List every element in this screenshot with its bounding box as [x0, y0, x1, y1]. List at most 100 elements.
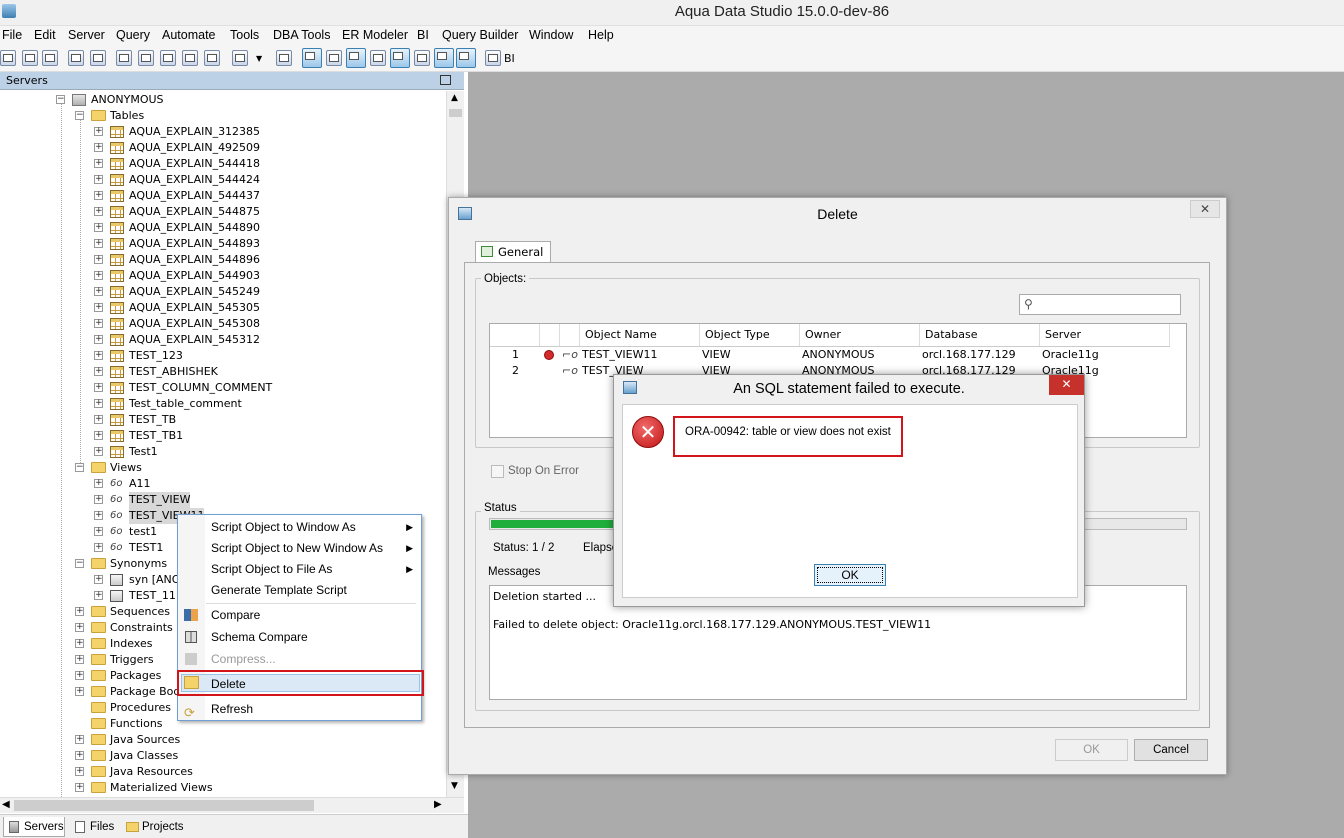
- expand-icon[interactable]: +: [94, 319, 103, 328]
- menu-item-script-to-window[interactable]: Script Object to Window As ▶: [178, 517, 421, 538]
- expand-icon[interactable]: +: [94, 255, 103, 264]
- close-icon[interactable]: ✕: [1049, 375, 1084, 395]
- expand-icon[interactable]: +: [94, 511, 103, 520]
- bi-icon[interactable]: [485, 50, 501, 66]
- expand-icon[interactable]: +: [94, 191, 103, 200]
- unregister-icon[interactable]: [90, 50, 106, 66]
- cancel-button[interactable]: Cancel: [1134, 739, 1208, 761]
- expand-icon[interactable]: +: [94, 207, 103, 216]
- expand-icon[interactable]: +: [94, 479, 103, 488]
- menu-window[interactable]: Window: [529, 26, 573, 46]
- collapse-icon[interactable]: −: [75, 111, 84, 120]
- layout-chart-icon[interactable]: [456, 48, 476, 68]
- register-icon[interactable]: [68, 50, 84, 66]
- layout-pivot-icon[interactable]: [434, 48, 454, 68]
- layout-form-icon[interactable]: [346, 48, 366, 68]
- scroll-left-icon[interactable]: ◀: [2, 799, 10, 810]
- expand-icon[interactable]: +: [94, 447, 103, 456]
- expand-icon[interactable]: +: [94, 175, 103, 184]
- expand-icon[interactable]: +: [94, 495, 103, 504]
- menu-er-modeler[interactable]: ER Modeler: [342, 26, 408, 46]
- connect-icon[interactable]: [42, 50, 58, 66]
- expand-icon[interactable]: +: [94, 431, 103, 440]
- menu-item-refresh[interactable]: ⟳ Refresh: [178, 699, 421, 720]
- expand-icon[interactable]: +: [94, 351, 103, 360]
- menu-item-script-to-file[interactable]: Script Object to File As ▶: [178, 559, 421, 580]
- expand-icon[interactable]: +: [75, 639, 84, 648]
- query-save-icon[interactable]: [160, 50, 176, 66]
- expand-icon[interactable]: +: [94, 367, 103, 376]
- scroll-thumb[interactable]: [449, 109, 462, 117]
- tree-horizontal-scrollbar[interactable]: ◀ ▶: [0, 797, 464, 813]
- scroll-thumb[interactable]: [14, 800, 314, 811]
- menu-edit[interactable]: Edit: [34, 26, 56, 46]
- expand-icon[interactable]: +: [94, 335, 103, 344]
- expand-icon[interactable]: +: [94, 127, 103, 136]
- query-file-icon[interactable]: [138, 50, 154, 66]
- expand-icon[interactable]: +: [75, 655, 84, 664]
- menu-dba-tools[interactable]: DBA Tools: [273, 26, 330, 46]
- tab-files[interactable]: Files: [70, 817, 120, 837]
- objects-search-input[interactable]: ⚲: [1019, 294, 1181, 315]
- menu-item-script-to-new-window[interactable]: Script Object to New Window As ▶: [178, 538, 421, 559]
- tab-projects[interactable]: Projects: [122, 817, 190, 837]
- layout-split-icon[interactable]: [326, 50, 342, 66]
- expand-icon[interactable]: +: [94, 223, 103, 232]
- tab-general[interactable]: General: [475, 241, 551, 262]
- query-print-icon[interactable]: [204, 50, 220, 66]
- menu-automate[interactable]: Automate: [162, 26, 216, 46]
- error-ok-button[interactable]: OK: [814, 564, 886, 586]
- menu-item-schema-compare[interactable]: Schema Compare: [178, 627, 421, 648]
- query-window-icon[interactable]: [116, 50, 132, 66]
- menu-bi[interactable]: BI: [417, 26, 429, 46]
- collapse-icon[interactable]: −: [75, 463, 84, 472]
- expand-icon[interactable]: +: [75, 735, 84, 744]
- layout-text-icon[interactable]: [414, 50, 430, 66]
- expand-icon[interactable]: +: [94, 399, 103, 408]
- expand-icon[interactable]: +: [75, 623, 84, 632]
- expand-icon[interactable]: +: [75, 607, 84, 616]
- menu-item-generate-template[interactable]: Generate Template Script: [178, 580, 421, 601]
- expand-icon[interactable]: +: [94, 527, 103, 536]
- expand-icon[interactable]: +: [94, 543, 103, 552]
- grid-header-owner[interactable]: Owner: [800, 324, 920, 346]
- expand-icon[interactable]: +: [94, 143, 103, 152]
- expand-icon[interactable]: +: [75, 751, 84, 760]
- collapse-icon[interactable]: −: [56, 95, 65, 104]
- expand-icon[interactable]: +: [94, 271, 103, 280]
- expand-icon[interactable]: +: [75, 687, 84, 696]
- grid-header-object-name[interactable]: Object Name: [580, 324, 700, 346]
- expand-icon[interactable]: +: [94, 383, 103, 392]
- menu-query[interactable]: Query: [116, 26, 150, 46]
- menu-help[interactable]: Help: [588, 26, 614, 46]
- scroll-down-icon[interactable]: ▼: [451, 781, 458, 791]
- expand-icon[interactable]: +: [94, 287, 103, 296]
- expand-icon[interactable]: +: [94, 415, 103, 424]
- expand-icon[interactable]: +: [75, 783, 84, 792]
- scroll-right-icon[interactable]: ▶: [434, 799, 442, 810]
- restore-icon[interactable]: [440, 75, 451, 85]
- expand-icon[interactable]: +: [94, 239, 103, 248]
- new-server-icon[interactable]: [0, 50, 16, 66]
- scroll-up-icon[interactable]: ▲: [451, 93, 458, 103]
- tab-servers[interactable]: Servers: [3, 817, 65, 837]
- layout-detail-icon[interactable]: [390, 48, 410, 68]
- script-icon[interactable]: [232, 50, 248, 66]
- grid-header-object-type[interactable]: Object Type: [700, 324, 800, 346]
- expand-icon[interactable]: +: [94, 303, 103, 312]
- expand-icon[interactable]: +: [94, 575, 103, 584]
- menu-query-builder[interactable]: Query Builder: [442, 26, 518, 46]
- expand-icon[interactable]: +: [75, 767, 84, 776]
- close-icon[interactable]: ✕: [1190, 200, 1220, 218]
- grid-header-server[interactable]: Server: [1040, 324, 1170, 346]
- expand-icon[interactable]: +: [94, 591, 103, 600]
- menu-file[interactable]: File: [2, 26, 22, 46]
- collapse-icon[interactable]: −: [75, 559, 84, 568]
- history-icon[interactable]: [276, 50, 292, 66]
- edit-server-icon[interactable]: [22, 50, 38, 66]
- menu-item-delete-highlight[interactable]: Delete: [177, 670, 424, 696]
- menu-tools[interactable]: Tools: [230, 26, 259, 46]
- ok-button[interactable]: OK: [1055, 739, 1128, 761]
- grid-header-database[interactable]: Database: [920, 324, 1040, 346]
- dropdown-arrow-icon[interactable]: ▼: [256, 54, 262, 63]
